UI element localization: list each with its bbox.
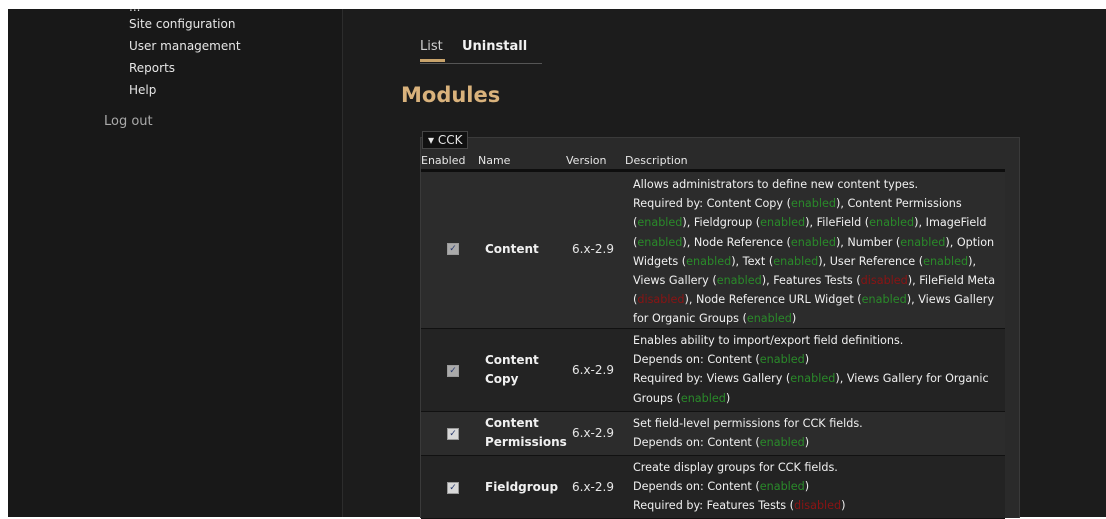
status-enabled: enabled [686, 254, 732, 268]
module-name: Fieldgroup [485, 480, 559, 494]
module-version: 6.x-2.9 [572, 426, 614, 440]
column-header-name[interactable]: Name [478, 154, 510, 167]
module-version: 6.x-2.9 [572, 363, 614, 377]
description-text: Enables ability to import/export field d… [633, 334, 904, 347]
depends-on-label: Depends on: [633, 353, 704, 367]
admin-frame: ... Site configuration User management R… [8, 0, 1106, 519]
status-enabled: enabled [716, 274, 762, 288]
module-name: Content [485, 242, 539, 256]
status-enabled: enabled [923, 254, 969, 268]
dependency-item: Content Copy [706, 197, 784, 211]
depends-on-label: Depends on: [633, 436, 704, 450]
table-row: ✓ Content Copy 6.x-2.9 Enables ability t… [421, 329, 1005, 412]
sidebar-item-partial[interactable]: ... [129, 0, 140, 14]
enabled-checkbox[interactable]: ✓ [447, 482, 459, 494]
sidebar: ... Site configuration User management R… [8, 0, 343, 517]
status-enabled: enabled [790, 197, 836, 211]
dependency-item: Content [707, 436, 752, 450]
enabled-checkbox[interactable]: ✓ [447, 243, 459, 255]
dependency-item: Number [847, 235, 893, 249]
module-name: Content Permissions [485, 416, 567, 449]
table-header: Enabled Name Version Description [421, 152, 1005, 170]
dependency-item: Node Reference [693, 235, 783, 249]
module-version: 6.x-2.9 [572, 242, 614, 256]
status-enabled: enabled [746, 312, 792, 326]
tab-uninstall[interactable]: Uninstall [462, 39, 527, 59]
status-disabled: disabled [860, 274, 908, 288]
status-enabled: enabled [869, 216, 915, 230]
dependency-item: Content Permissions [847, 197, 962, 211]
description-text: Create display groups for CCK fields. [633, 461, 838, 474]
enabled-checkbox[interactable]: ✓ [447, 428, 459, 440]
status-enabled: enabled [773, 254, 819, 268]
dependency-item: Features Tests [773, 274, 853, 288]
module-name: Content Copy [485, 353, 539, 386]
status-enabled: enabled [900, 235, 946, 249]
module-description: Allows administrators to define new cont… [633, 178, 996, 326]
sidebar-item-user-management[interactable]: User management [129, 39, 241, 53]
logout-link[interactable]: Log out [104, 114, 153, 129]
module-description: Create display groups for CCK fields. De… [633, 461, 846, 513]
dependency-item: FileField Meta [919, 274, 996, 288]
fieldset-legend-cck[interactable]: ▾ CCK [422, 131, 469, 149]
status-enabled: enabled [790, 235, 836, 249]
dependency-item: Content [707, 353, 752, 367]
status-enabled: enabled [759, 480, 805, 494]
status-enabled: enabled [759, 436, 805, 450]
sidebar-item-site-configuration[interactable]: Site configuration [129, 17, 235, 31]
dependency-item: Features Tests [706, 499, 787, 513]
dependency-item: Views Gallery [706, 372, 783, 386]
status-enabled: enabled [680, 391, 726, 405]
status-enabled: enabled [637, 216, 683, 230]
module-version: 6.x-2.9 [572, 480, 614, 494]
dependency-item: Views Gallery [633, 274, 709, 288]
status-enabled: enabled [760, 216, 806, 230]
table-row: ✓ Content Permissions 6.x-2.9 Set field-… [421, 412, 1005, 456]
column-header-version: Version [566, 154, 607, 167]
dependency-item: Fieldgroup [693, 216, 753, 230]
enabled-checkbox[interactable]: ✓ [447, 365, 459, 377]
sidebar-item-reports[interactable]: Reports [129, 61, 175, 75]
required-by-label: Required by: [633, 499, 704, 513]
dependency-item: User Reference [829, 254, 916, 268]
tab-list[interactable]: List [420, 39, 445, 62]
table-row: ✓ Fieldgroup 6.x-2.9 Create display grou… [421, 456, 1005, 519]
dependency-item: FileField [816, 216, 862, 230]
main-content: List Uninstall Modules ▾ CCK Enabled Nam… [343, 9, 1106, 519]
dependency-item: Node Reference URL Widget [695, 293, 854, 307]
module-description: Enables ability to import/export field d… [633, 334, 989, 405]
description-text: Set field-level permissions for CCK fiel… [633, 417, 863, 430]
dependency-item: Text [742, 254, 766, 268]
status-disabled: disabled [794, 499, 842, 513]
dependency-item: ImageField [925, 216, 987, 230]
tab-bar: List Uninstall [420, 39, 542, 64]
required-by-label: Required by: [633, 372, 704, 386]
depends-on-label: Depends on: [633, 480, 704, 494]
required-by-label: Required by: [633, 197, 704, 211]
description-text: Allows administrators to define new cont… [633, 178, 919, 191]
table-row: ✓ Content 6.x-2.9 Allows administrators … [421, 172, 1005, 329]
status-enabled: enabled [790, 372, 836, 386]
cck-fieldset: ▾ CCK Enabled Name Version Description ✓… [420, 131, 1020, 519]
column-header-enabled: Enabled [421, 154, 466, 167]
module-description: Set field-level permissions for CCK fiel… [633, 417, 863, 450]
sidebar-item-help[interactable]: Help [129, 83, 156, 97]
status-enabled: enabled [759, 353, 805, 367]
status-disabled: disabled [637, 293, 685, 307]
column-header-description: Description [625, 154, 688, 167]
dependency-item: Content [707, 480, 752, 494]
status-enabled: enabled [637, 235, 683, 249]
status-enabled: enabled [861, 293, 907, 307]
page-title: Modules [401, 83, 501, 107]
